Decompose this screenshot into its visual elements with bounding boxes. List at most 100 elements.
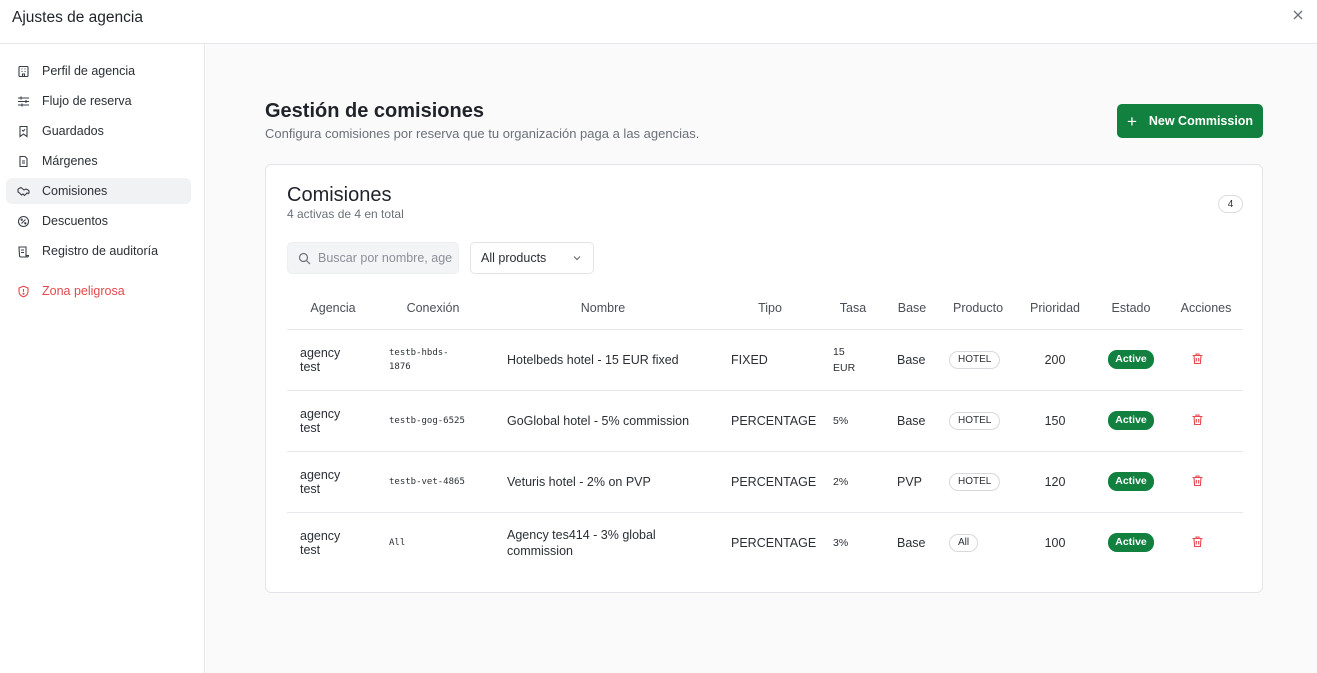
- commissions-card: Comisiones 4 activas de 4 en total 4 All…: [265, 164, 1263, 593]
- product-badge: HOTEL: [949, 411, 1001, 430]
- commissions-table: Agencia Conexión Nombre Tipo Tasa Base P…: [287, 287, 1243, 573]
- column-header[interactable]: Estado: [1093, 287, 1169, 330]
- agency-cell: agency test: [287, 390, 379, 452]
- sidebar-item-label: Perfil de agencia: [42, 64, 136, 78]
- sidebar-item-label: Comisiones: [42, 184, 108, 198]
- name-cell: Agency tes414 - 3% global commission: [507, 527, 656, 558]
- sidebar-item-margenes[interactable]: Márgenes: [6, 148, 191, 174]
- modal-title: Ajustes de agencia: [12, 9, 143, 26]
- column-header[interactable]: Base: [885, 287, 939, 330]
- column-header[interactable]: Producto: [939, 287, 1017, 330]
- count-badge: 4: [1218, 195, 1243, 213]
- search-input[interactable]: [318, 251, 452, 265]
- plus-icon: +: [1126, 111, 1137, 131]
- name-cell: Hotelbeds hotel - 15 EUR fixed: [487, 329, 719, 391]
- product-filter-select[interactable]: All products: [470, 242, 594, 274]
- modal-header: Ajustes de agencia: [0, 0, 1317, 44]
- search-box[interactable]: [287, 242, 459, 274]
- new-commission-button[interactable]: + New Commission: [1117, 104, 1263, 138]
- bookmark-icon: [16, 124, 30, 138]
- sidebar-item-comisiones[interactable]: Comisiones: [6, 178, 191, 204]
- type-cell: PERCENTAGE: [731, 535, 817, 550]
- card-title: Comisiones: [287, 184, 392, 206]
- priority-cell: 120: [1017, 451, 1093, 513]
- column-header[interactable]: Prioridad: [1017, 287, 1093, 330]
- sidebar-item-registro[interactable]: Registro de auditoría: [6, 238, 191, 264]
- product-cell: All: [939, 512, 1017, 573]
- status-badge: Active: [1108, 350, 1154, 369]
- actions-cell: [1169, 329, 1243, 391]
- trash-icon[interactable]: [1191, 474, 1205, 488]
- base-cell: Base: [885, 329, 939, 391]
- product-badge: HOTEL: [949, 472, 1001, 491]
- product-badge: HOTEL: [949, 350, 1001, 369]
- sliders-icon: [16, 94, 30, 108]
- base-cell: PVP: [885, 451, 939, 513]
- type-cell: PERCENTAGE: [719, 390, 821, 452]
- connection-cell: testb-hbds-1876: [379, 329, 487, 391]
- priority-cell: 200: [1017, 329, 1093, 391]
- product-cell: HOTEL: [939, 390, 1017, 452]
- page-title: Gestión de comisiones: [265, 100, 484, 122]
- sidebar-nav: Perfil de agencia Flujo de reserva Guard…: [6, 58, 191, 308]
- column-header[interactable]: Nombre: [487, 287, 719, 330]
- search-icon: [298, 251, 312, 265]
- type-cell: PERCENTAGE: [719, 451, 821, 513]
- name-cell: GoGlobal hotel - 5% commission: [487, 390, 719, 452]
- status-cell: Active: [1093, 390, 1169, 452]
- main-content: Gestión de comisiones Configura comision…: [206, 44, 1317, 673]
- sidebar-item-guardados[interactable]: Guardados: [6, 118, 191, 144]
- table-row[interactable]: agency test All Agency tes414 - 3% globa…: [287, 512, 1243, 573]
- connection-cell: All: [389, 537, 406, 548]
- trash-icon[interactable]: [1191, 535, 1205, 549]
- table-row[interactable]: agency test testb-gog-6525 GoGlobal hote…: [287, 390, 1243, 452]
- base-cell: Base: [897, 535, 926, 550]
- column-header[interactable]: Tipo: [719, 287, 821, 330]
- column-header[interactable]: Tasa: [821, 287, 885, 330]
- agency-cell: agency test: [287, 329, 379, 391]
- trash-icon[interactable]: [1191, 413, 1205, 427]
- sidebar-item-label: Descuentos: [42, 214, 109, 228]
- table-header-row: Agencia Conexión Nombre Tipo Tasa Base P…: [287, 287, 1243, 330]
- agency-cell: agency test: [287, 451, 379, 513]
- rate-cell: 15 EUR: [821, 329, 885, 391]
- agency-cell: agency test: [300, 528, 341, 557]
- trash-icon[interactable]: [1191, 352, 1205, 366]
- sidebar-item-label: Registro de auditoría: [42, 244, 159, 258]
- product-filter-value: All products: [481, 251, 547, 265]
- document-icon: [16, 154, 30, 168]
- column-header: Acciones: [1169, 287, 1243, 330]
- percent-badge-icon: [16, 214, 30, 228]
- base-cell: Base: [885, 390, 939, 452]
- table-row[interactable]: agency test testb-hbds-1876 Hotelbeds ho…: [287, 329, 1243, 391]
- sidebar-item-flujo[interactable]: Flujo de reserva: [6, 88, 191, 114]
- status-cell: Active: [1093, 512, 1169, 573]
- product-badge: All: [949, 533, 979, 552]
- sidebar-item-descuentos[interactable]: Descuentos: [6, 208, 191, 234]
- sidebar-item-label: Zona peligrosa: [42, 284, 125, 298]
- connection-cell: testb-gog-6525: [379, 390, 487, 452]
- page-subtitle: Configura comisiones por reserva que tu …: [265, 126, 700, 141]
- table-row[interactable]: agency test testb-vet-4865 Veturis hotel…: [287, 451, 1243, 513]
- status-cell: Active: [1093, 329, 1169, 391]
- connection-cell: testb-vet-4865: [379, 451, 487, 513]
- rate-cell: 5%: [821, 390, 885, 452]
- sidebar-item-zona-peligrosa[interactable]: Zona peligrosa: [6, 278, 191, 304]
- status-badge: Active: [1108, 533, 1154, 553]
- status-cell: Active: [1093, 451, 1169, 513]
- column-header[interactable]: Conexión: [379, 287, 487, 330]
- actions-cell: [1169, 451, 1243, 513]
- sidebar-item-perfil[interactable]: Perfil de agencia: [6, 58, 191, 84]
- sidebar-item-label: Flujo de reserva: [42, 94, 132, 108]
- priority-cell: 150: [1017, 390, 1093, 452]
- actions-cell: [1169, 512, 1243, 573]
- actions-cell: [1169, 390, 1243, 452]
- column-header[interactable]: Agencia: [287, 287, 379, 330]
- close-icon[interactable]: [1289, 6, 1307, 24]
- sidebar-item-label: Márgenes: [42, 154, 98, 168]
- rate-cell: 2%: [821, 451, 885, 513]
- new-commission-label: New Commission: [1148, 114, 1254, 128]
- shield-alert-icon: [16, 284, 30, 298]
- sidebar-item-label: Guardados: [42, 124, 104, 138]
